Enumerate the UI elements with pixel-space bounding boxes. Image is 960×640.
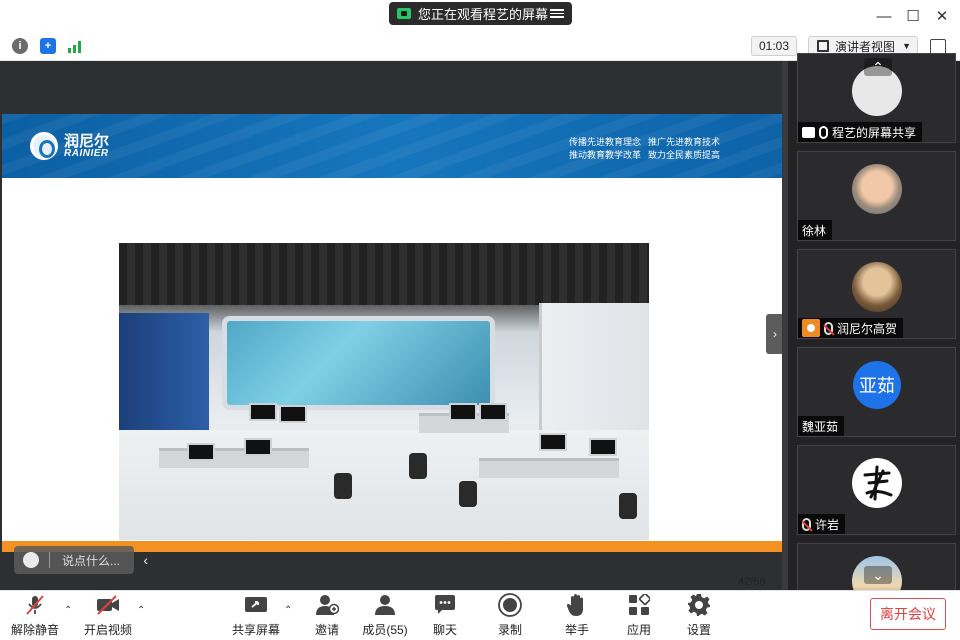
avatar: [852, 262, 902, 312]
unmute-button[interactable]: 解除静音: [7, 593, 63, 638]
chat-icon: [433, 593, 457, 617]
gear-icon: [687, 593, 711, 617]
logo-en: RAINIER: [64, 147, 109, 159]
invite-button[interactable]: 邀请: [299, 593, 355, 638]
slogan-line: 推动教育教学改革: [569, 150, 642, 160]
chat-placeholder: 说点什么...: [62, 553, 121, 568]
screen-share-notice[interactable]: 您正在观看程艺的屏幕: [389, 2, 572, 25]
settings-button[interactable]: 设置: [671, 593, 727, 638]
participant-namebar: 许岩: [798, 514, 846, 534]
record-icon: [498, 593, 522, 617]
slogan-col-1: 传播先进教育理念 推动教育教学改革: [569, 136, 641, 162]
participant-tile[interactable]: 徐林: [797, 151, 956, 241]
video-options-caret[interactable]: ⌃: [137, 605, 145, 616]
slide-top-margin: [0, 61, 782, 114]
slogan-line: 致力全民素质提高: [648, 150, 721, 160]
slogan-col-2: 推广先进教育技术 致力全民素质提高: [648, 136, 720, 162]
shared-screen-area: 润尼尔 RAINIER 传播先进教育理念 推动教育教学改革 推广先进教育技术 致…: [0, 61, 782, 590]
host-icon: [802, 319, 820, 337]
close-icon[interactable]: ✕: [932, 6, 952, 26]
share-notice-text: 您正在观看程艺的屏幕: [418, 7, 549, 22]
slogan-line: 推广先进教育技术: [648, 137, 721, 147]
apps-label: 应用: [626, 623, 651, 637]
screen-share-icon: [397, 8, 411, 19]
participant-name: 润尼尔高贺: [837, 321, 898, 336]
slide-banner: 润尼尔 RAINIER 传播先进教育理念 推动教育教学改革 推广先进教育技术 致…: [2, 114, 782, 178]
classroom-photo: [119, 243, 649, 540]
leave-meeting-button[interactable]: 离开会议: [870, 598, 946, 630]
logo-cn: 润尼尔: [64, 132, 110, 150]
mic-icon: [819, 125, 828, 139]
mic-muted-icon: [824, 321, 833, 335]
participant-name: 许岩: [815, 517, 840, 532]
minimize-icon[interactable]: —: [874, 6, 894, 26]
logo-mark-icon: [30, 132, 58, 160]
view-mode-label: 演讲者视图: [835, 39, 896, 54]
user-icon: [373, 593, 397, 617]
start-video-button[interactable]: 开启视频: [80, 593, 136, 638]
hand-icon: [565, 593, 589, 617]
participant-namebar: 徐林: [798, 220, 833, 240]
participant-panel: ⌃ 程艺的屏幕共享 徐林 润尼尔高贺 亚茹 魏亚茹 许岩 ⌄: [782, 53, 960, 633]
avatar: [852, 458, 902, 508]
participant-name: 魏亚茹: [802, 419, 839, 434]
members-label: 成员(55): [362, 623, 408, 637]
participant-tile[interactable]: 亚茹 魏亚茹: [797, 347, 956, 437]
chevron-up-icon[interactable]: ⌃: [864, 58, 892, 76]
add-user-icon: [315, 593, 339, 617]
mic-muted-icon: [802, 517, 811, 531]
invite-label: 邀请: [314, 623, 339, 637]
share-options-caret[interactable]: ⌃: [284, 605, 292, 616]
avatar: [852, 164, 902, 214]
page-number: 42/56: [738, 576, 766, 588]
chevron-down-icon: ▼: [902, 41, 911, 51]
participant-name: 程艺的屏幕共享: [832, 125, 917, 140]
participant-namebar: 润尼尔高贺: [798, 318, 904, 338]
record-label: 录制: [497, 623, 522, 637]
audio-options-caret[interactable]: ⌃: [64, 605, 72, 616]
maximize-icon[interactable]: ☐: [903, 6, 923, 26]
slogan-line: 传播先进教育理念: [569, 137, 642, 147]
menu-icon[interactable]: [550, 7, 564, 21]
video-off-icon: [96, 593, 120, 617]
raise-hand-label: 举手: [564, 623, 589, 637]
presentation-slide: 润尼尔 RAINIER 传播先进教育理念 推动教育教学改革 推广先进教育技术 致…: [2, 114, 782, 588]
info-icon[interactable]: i: [12, 38, 28, 54]
mic-muted-icon: [23, 593, 47, 617]
emoji-icon[interactable]: [23, 552, 39, 568]
meeting-controls: 解除静音 ⌃ 开启视频 ⌃ 共享屏幕 ⌃ 邀请 成员(55) 聊天 录制 举手 …: [0, 590, 960, 640]
avatar: 亚茹: [853, 361, 901, 409]
chevron-left-icon[interactable]: ‹: [143, 552, 148, 568]
share-screen-label: 共享屏幕: [231, 623, 280, 637]
settings-label: 设置: [686, 623, 711, 637]
apps-button[interactable]: 应用: [611, 593, 667, 638]
view-layout-icon: [817, 40, 829, 52]
quick-chat-input[interactable]: 说点什么... ‹: [14, 546, 148, 574]
participant-tile[interactable]: 润尼尔高贺: [797, 249, 956, 339]
title-bar: 您正在观看程艺的屏幕 — ☐ ✕: [0, 0, 960, 32]
apps-icon: [627, 593, 651, 617]
chat-button[interactable]: 聊天: [417, 593, 473, 638]
signal-icon[interactable]: [67, 38, 83, 54]
participant-tile[interactable]: 许岩: [797, 445, 956, 535]
record-button[interactable]: 录制: [482, 593, 538, 638]
raise-hand-button[interactable]: 举手: [549, 593, 605, 638]
rainier-logo: 润尼尔 RAINIER: [30, 132, 109, 160]
participant-tile[interactable]: ⌃ 程艺的屏幕共享: [797, 53, 956, 143]
chevron-down-icon[interactable]: ⌄: [864, 566, 892, 584]
share-screen-button[interactable]: 共享屏幕: [228, 593, 284, 638]
members-button[interactable]: 成员(55): [357, 593, 413, 638]
share-screen-icon: [244, 593, 268, 617]
chat-label: 聊天: [432, 623, 457, 637]
participant-namebar: 魏亚茹: [798, 416, 845, 436]
participant-namebar: 程艺的屏幕共享: [798, 122, 923, 142]
shield-icon[interactable]: +: [40, 38, 56, 54]
meeting-timer: 01:03: [751, 36, 797, 56]
unmute-label: 解除静音: [10, 623, 59, 637]
start-video-label: 开启视频: [83, 623, 132, 637]
participant-name: 徐林: [802, 223, 827, 238]
screen-share-icon: [802, 126, 815, 138]
